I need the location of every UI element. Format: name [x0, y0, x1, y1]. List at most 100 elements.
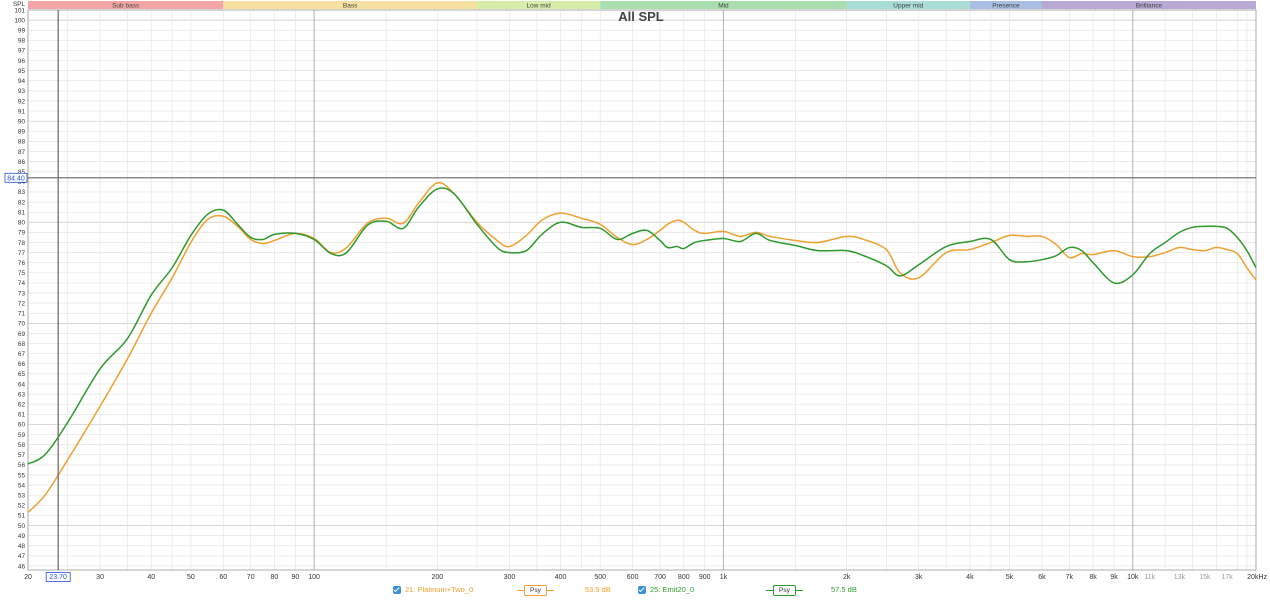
- band-label: Sub bass: [112, 3, 140, 10]
- x-tick-label: 600: [627, 574, 639, 581]
- y-tick-label: 67: [18, 351, 26, 358]
- x-tick-label: 80: [271, 574, 279, 581]
- y-tick-label: 79: [18, 230, 26, 237]
- x-tick-label: 17k: [1221, 574, 1233, 581]
- series-2-checkbox[interactable]: [638, 585, 646, 594]
- spl-chart: Sub bass Bass Low mid Mid Upper mid Presence B…: [4, 1, 1267, 582]
- series-2-level: 57.5 dB: [831, 585, 857, 594]
- y-tick-label: 73: [18, 290, 26, 297]
- x-axis-ticks: 20 30 40 50 60 70 80 90 100 200 300 400 500 600 700 800…: [24, 574, 1267, 581]
- y-tick-label: 57: [18, 452, 26, 459]
- x-tick-label: 200: [431, 574, 443, 581]
- y-tick-label: 71: [18, 311, 26, 318]
- x-tick-label: 20kHz: [1247, 574, 1267, 581]
- y-tick-label: 46: [18, 563, 26, 570]
- y-tick-label: 94: [18, 78, 26, 85]
- x-tick-label: 40: [147, 574, 155, 581]
- y-tick-label: 97: [18, 48, 26, 55]
- cursor[interactable]: 84.40 23.70: [4, 10, 1256, 582]
- y-tick-label: 77: [18, 250, 26, 257]
- y-tick-label: 100: [14, 17, 25, 24]
- x-tick-label: 3k: [915, 574, 923, 581]
- y-tick-label: 64: [18, 381, 26, 388]
- y-tick-label: 62: [18, 402, 26, 409]
- y-tick-label: 58: [18, 442, 26, 449]
- band-label: Low mid: [527, 3, 552, 10]
- y-tick-label: 82: [18, 199, 26, 206]
- x-tick-label: 400: [555, 574, 567, 581]
- y-tick-label: 91: [18, 108, 26, 115]
- y-tick-label: 56: [18, 462, 26, 469]
- y-axis-ticks: 46 47 48 49 50 51 52 53 54 55 56 57 58 59 60 61 62 63 64 65…: [14, 7, 25, 570]
- cursor-y-readout: 84.40: [7, 175, 25, 182]
- y-tick-label: 74: [18, 280, 26, 287]
- y-tick-label: 53: [18, 492, 26, 499]
- x-tick-label: 11k: [1144, 574, 1155, 581]
- x-tick-label: 30: [96, 574, 104, 581]
- band-label: Brilliance: [1136, 3, 1163, 10]
- y-tick-label: 69: [18, 331, 26, 338]
- y-tick-label: 87: [18, 149, 26, 156]
- y-tick-label: 66: [18, 361, 26, 368]
- x-tick-label: 5k: [1006, 574, 1014, 581]
- y-tick-label: 68: [18, 341, 26, 348]
- x-tick-label: 4k: [966, 574, 974, 581]
- legend-item-series-1: 21: Platinum+Two_0: [393, 585, 473, 594]
- y-tick-label: 101: [14, 7, 25, 14]
- x-tick-label: 800: [678, 574, 690, 581]
- y-tick-label: 51: [18, 513, 26, 520]
- legend-item-series-1-smoothing: Psy: [517, 585, 554, 596]
- legend-item-series-2: 25: Emit20_0: [638, 585, 694, 594]
- y-tick-label: 78: [18, 240, 26, 247]
- series-2-smoothing-badge[interactable]: Psy: [773, 585, 796, 596]
- y-tick-label: 75: [18, 270, 26, 277]
- y-tick-label: 54: [18, 482, 26, 489]
- y-tick-label: 63: [18, 391, 26, 398]
- y-tick-label: 59: [18, 432, 26, 439]
- y-tick-label: 99: [18, 28, 26, 35]
- series-line-2[interactable]: [27, 187, 1257, 465]
- y-tick-label: 88: [18, 139, 26, 146]
- y-tick-label: 72: [18, 300, 26, 307]
- y-tick-label: 83: [18, 189, 26, 196]
- series-1-checkbox[interactable]: [393, 585, 401, 594]
- x-tick-label: 50: [187, 574, 195, 581]
- x-tick-label: 8k: [1089, 574, 1097, 581]
- x-tick-label: 6k: [1038, 574, 1046, 581]
- y-tick-label: 52: [18, 503, 26, 510]
- grid: [27, 9, 1257, 571]
- series-1-smoothing-badge[interactable]: Psy: [524, 585, 547, 596]
- band-label: Mid: [718, 3, 729, 10]
- x-tick-label: 1k: [720, 574, 728, 581]
- x-tick-label: 7k: [1066, 574, 1074, 581]
- series-1-smoothing-control[interactable]: Psy: [517, 585, 554, 596]
- y-tick-label: 65: [18, 371, 26, 378]
- series-2-name: 25: Emit20_0: [650, 585, 695, 594]
- y-tick-label: 48: [18, 543, 26, 550]
- y-tick-label: 47: [18, 553, 26, 560]
- x-tick-label: 700: [654, 574, 666, 581]
- legend: 21: Platinum+Two_0 Psy 53.9 dB 25: Emit2…: [0, 585, 1270, 599]
- plot-frame: [27, 9, 1257, 571]
- chart-title: All SPL: [618, 9, 664, 24]
- y-tick-label: 89: [18, 129, 26, 136]
- y-tick-label: 92: [18, 98, 26, 105]
- series-2-smoothing-control[interactable]: Psy: [766, 585, 803, 596]
- x-tick-label: 60: [219, 574, 227, 581]
- y-tick-label: 86: [18, 159, 26, 166]
- y-tick-label: 90: [18, 118, 26, 125]
- x-tick-label: 13k: [1174, 574, 1186, 581]
- x-tick-label: 2k: [843, 574, 851, 581]
- cursor-x-readout: 23.70: [49, 574, 67, 581]
- y-tick-label: 61: [18, 412, 26, 419]
- y-tick-label: 95: [18, 68, 26, 75]
- band-label: Bass: [343, 3, 358, 10]
- y-tick-label: 55: [18, 472, 26, 479]
- x-tick-label: 900: [699, 574, 711, 581]
- legend-item-series-2-smoothing: Psy: [766, 585, 803, 596]
- x-tick-label: 300: [504, 574, 516, 581]
- x-tick-label: 100: [308, 574, 320, 581]
- band-label: Upper mid: [893, 3, 923, 10]
- y-tick-label: 50: [18, 523, 26, 530]
- y-tick-label: 49: [18, 533, 26, 540]
